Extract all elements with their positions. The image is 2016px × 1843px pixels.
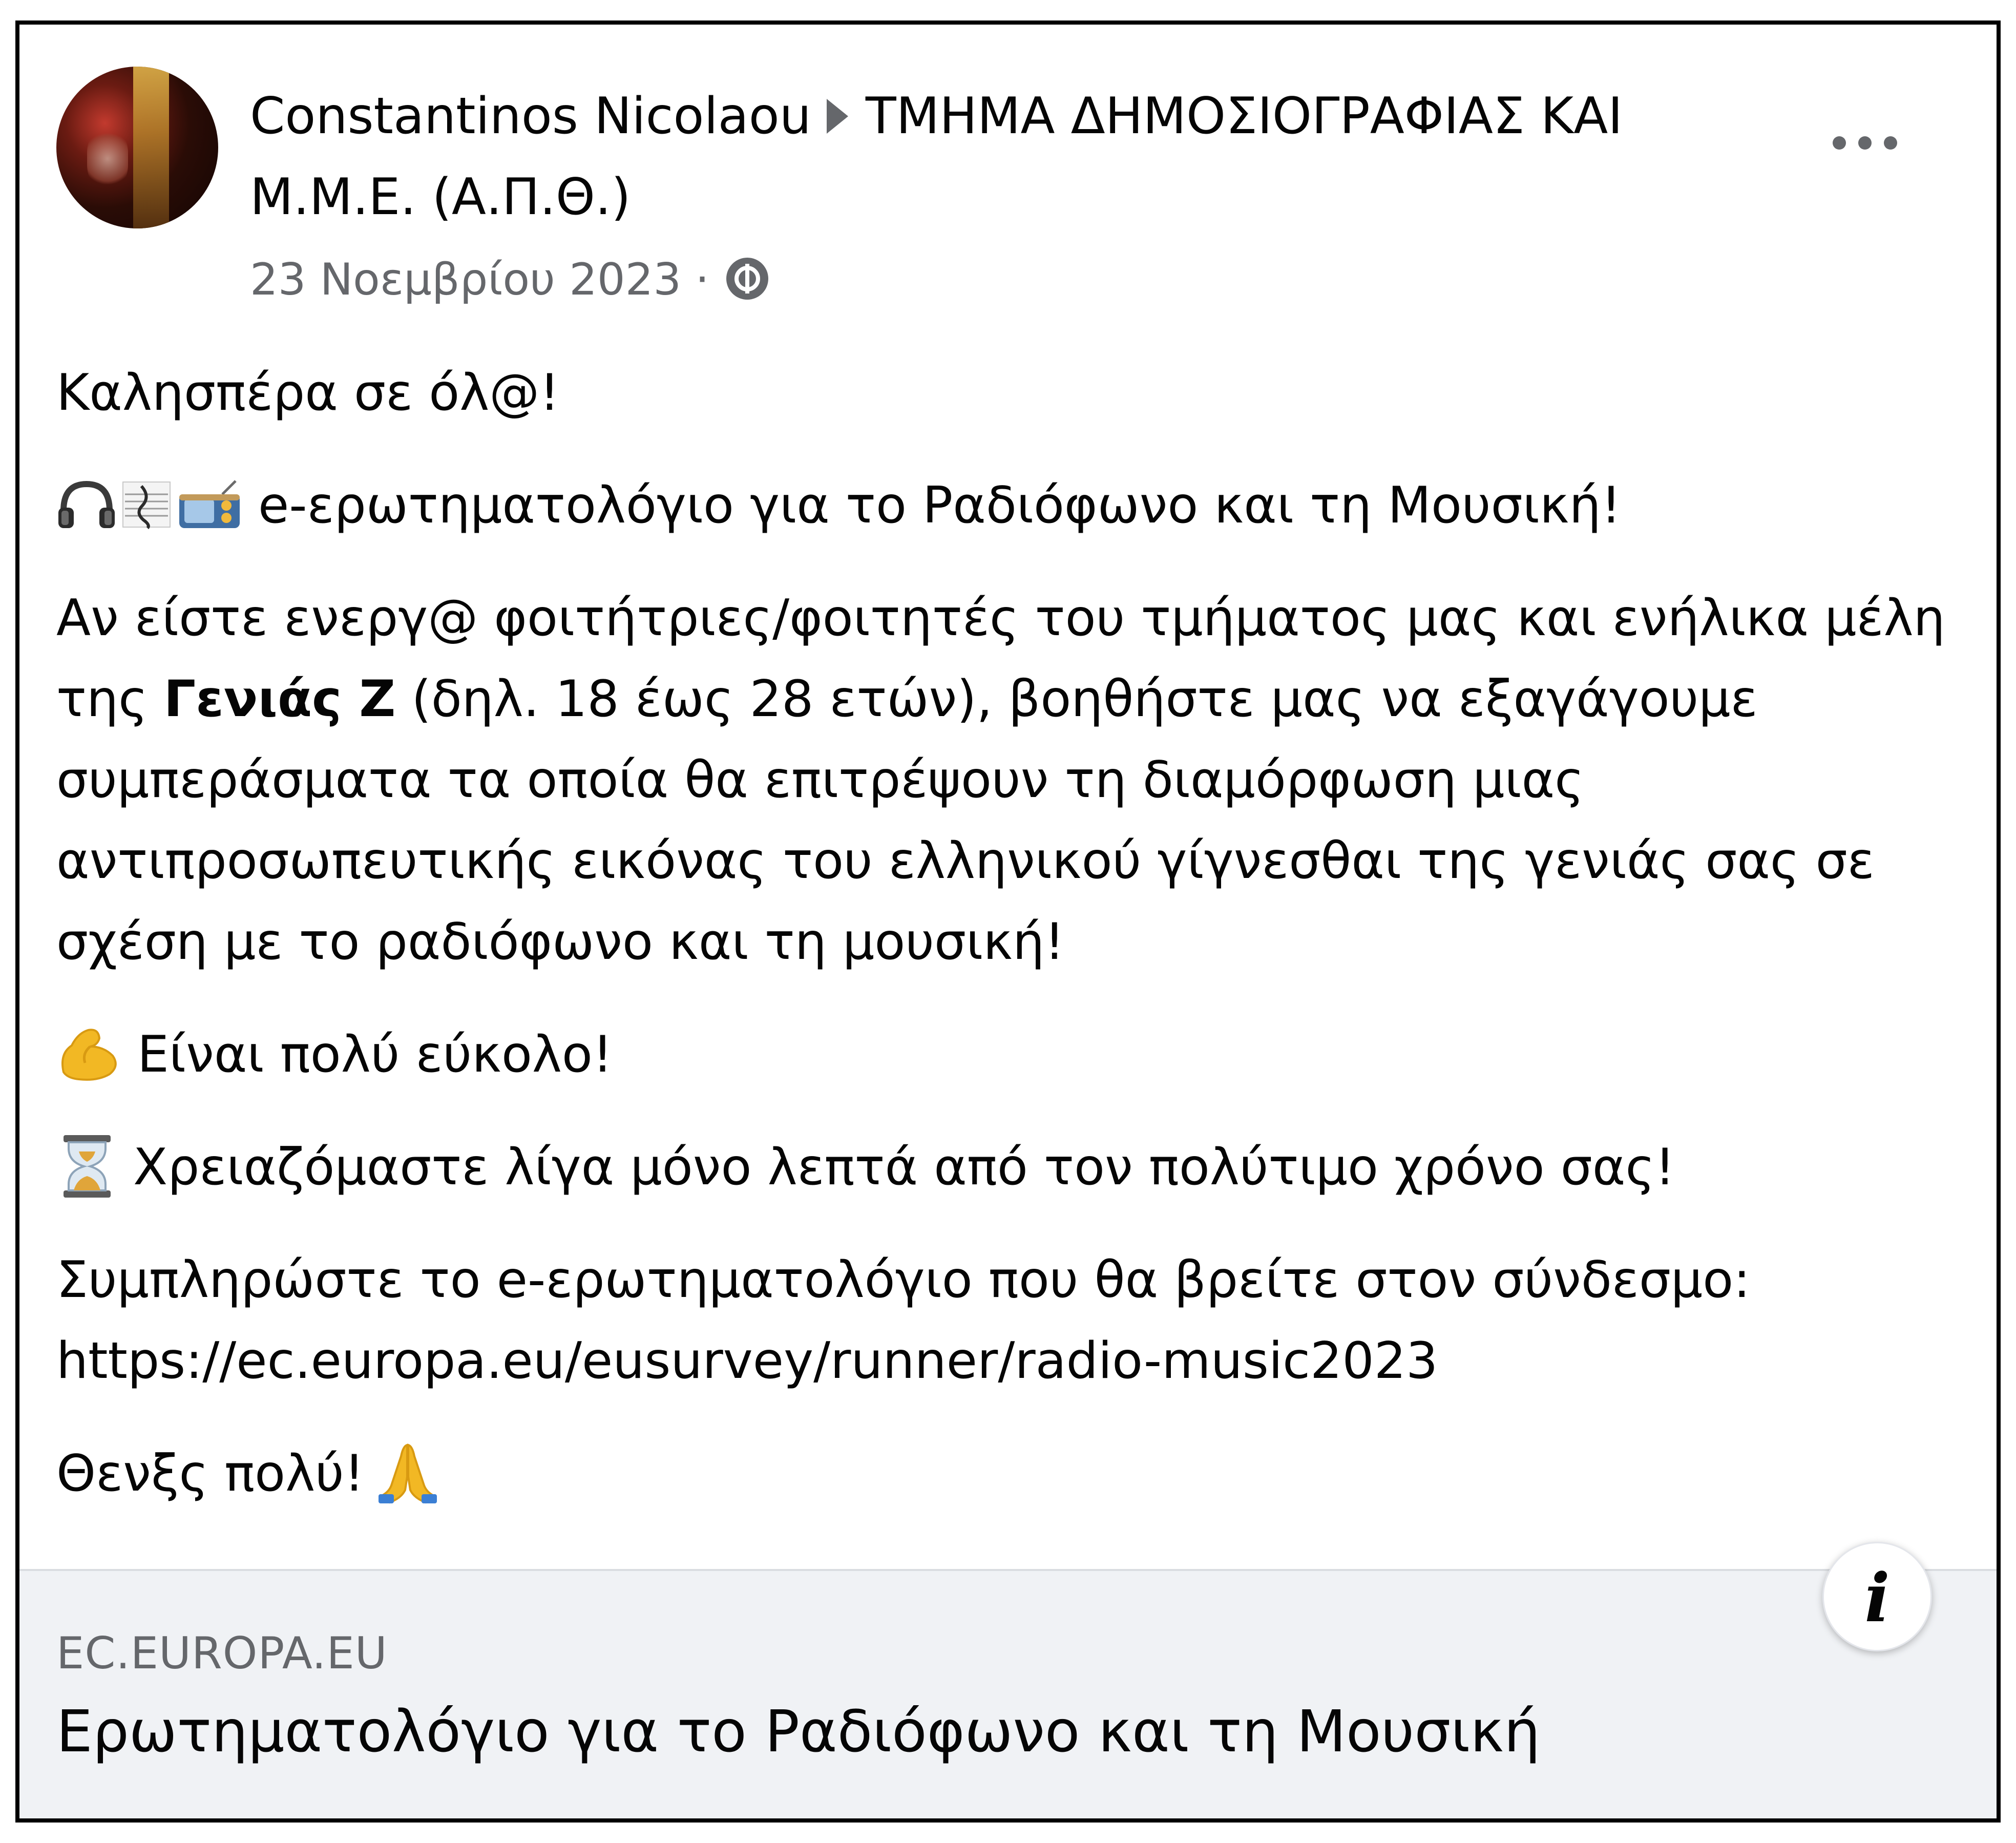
hourglass-icon bbox=[64, 1135, 111, 1198]
radio-icon bbox=[179, 480, 240, 529]
meta-separator: · bbox=[695, 254, 709, 305]
time-line-text: Χρειαζόμαστε λίγα μόνο λεπτά από τον πολ… bbox=[133, 1138, 1675, 1197]
group-audience-icon bbox=[726, 257, 769, 300]
time-paragraph: Χρειαζόμαστε λίγα μόνο λεπτά από τον πολ… bbox=[56, 1127, 1972, 1208]
caret-right-icon bbox=[826, 99, 848, 134]
post-body: Καλησπέρα σε όλ@! e-ερωτηματολόγιο για τ… bbox=[56, 352, 1972, 1546]
author-avatar[interactable] bbox=[56, 67, 218, 228]
link-preview-title[interactable]: Ερωτηματολόγιο για το Ραδιόφωνο και τη Μ… bbox=[56, 1699, 1540, 1765]
more-options-button[interactable] bbox=[1833, 127, 1904, 158]
link-preview-card[interactable] bbox=[19, 1569, 1997, 1818]
post-date-link[interactable]: 23 Νοεμβρίου 2023 bbox=[250, 254, 681, 305]
post-meta: 23 Νοεμβρίου 2023 · bbox=[250, 254, 769, 305]
greeting-paragraph: Καλησπέρα σε όλ@! bbox=[56, 364, 560, 422]
link-paragraph: Συμπληρώστε το e-ερωτηματολόγιο που θα β… bbox=[56, 1240, 1972, 1401]
survey-paragraph: e-ερωτηματολόγιο για το Ραδιόφωνο και τη… bbox=[56, 465, 1972, 546]
info-button[interactable]: i bbox=[1822, 1542, 1932, 1651]
survey-line-text: e-ερωτηματολόγιο για το Ραδιόφωνο και τη… bbox=[258, 476, 1622, 535]
intro-bold-text: Γενιάς Ζ bbox=[163, 670, 396, 728]
headphones-icon bbox=[58, 481, 115, 529]
intro-paragraph: Αν είστε ενεργ@ φοιτήτριες/φοιτητές του … bbox=[56, 578, 1972, 982]
post-header: Constantinos Nicolaou ΤΜΗΜΑ ΔΗΜΟΣΙΟΓΡΑΦΙΑ… bbox=[250, 76, 1761, 238]
more-options-icon bbox=[1833, 136, 1846, 150]
folded-hands-icon bbox=[379, 1443, 437, 1504]
more-options-icon-dot bbox=[1884, 136, 1897, 150]
thanks-paragraph: Θενξς πολύ! bbox=[56, 1433, 1972, 1514]
link-preview-domain: EC.EUROPA.EU bbox=[56, 1628, 388, 1679]
thanks-text: Θενξς πολύ! bbox=[56, 1444, 365, 1503]
flexed-biceps-icon bbox=[61, 1029, 117, 1081]
easy-paragraph: Είναι πολύ εύκολο! bbox=[56, 1014, 1972, 1095]
musical-score-icon bbox=[122, 481, 171, 530]
avatar-detail-face bbox=[87, 128, 128, 190]
author-name-link[interactable]: Constantinos Nicolaou bbox=[250, 87, 811, 145]
post-card: Constantinos Nicolaou ΤΜΗΜΑ ΔΗΜΟΣΙΟΓΡΑΦΙΑ… bbox=[15, 20, 2001, 1823]
info-icon: i bbox=[1864, 1559, 1890, 1637]
avatar-detail bbox=[133, 67, 169, 228]
more-options-icon-dot bbox=[1858, 136, 1872, 150]
survey-url-link[interactable]: https://ec.europa.eu/eusurvey/runner/rad… bbox=[56, 1332, 1438, 1390]
link-intro-text: Συμπληρώστε το e-ερωτηματολόγιο που θα β… bbox=[56, 1251, 1751, 1309]
easy-line-text: Είναι πολύ εύκολο! bbox=[137, 1025, 613, 1084]
